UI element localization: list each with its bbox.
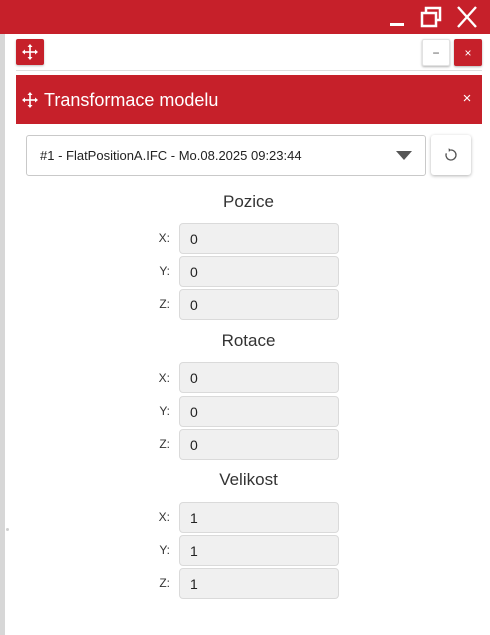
section-title-scale: Velikost: [219, 470, 278, 489]
scale-z-label: Z:: [159, 576, 170, 590]
model-select[interactable]: #1 - FlatPositionA.IFC - Mo.08.2025 09:2…: [26, 135, 426, 176]
window-close-button[interactable]: [454, 5, 480, 29]
refresh-icon: [445, 148, 457, 161]
section-title-rotation: Rotace: [221, 331, 276, 350]
rotation-y-input[interactable]: [179, 396, 339, 427]
position-z-input[interactable]: [179, 289, 339, 320]
position-x-input[interactable]: [179, 223, 339, 254]
move-arrows-icon: [22, 92, 38, 108]
reset-button[interactable]: [431, 135, 471, 175]
section-title-position: Pozice: [222, 192, 275, 211]
window-title-bar: [0, 0, 490, 34]
window-minimize-button[interactable]: [384, 5, 410, 29]
rotation-x-label: X:: [158, 371, 170, 385]
resize-grip[interactable]: [6, 528, 9, 531]
scale-y-label: Y:: [159, 543, 170, 557]
rotation-z-label: Z:: [159, 437, 170, 451]
rotation-y-label: Y:: [159, 404, 170, 418]
model-select-value: #1 - FlatPositionA.IFC - Mo.08.2025 09:2…: [40, 148, 302, 163]
scale-x-label: X:: [158, 510, 170, 524]
move-arrows-icon: [22, 44, 38, 60]
divider: [16, 70, 482, 71]
close-icon: [457, 6, 477, 28]
move-tool-button[interactable]: [16, 39, 44, 65]
position-y-input[interactable]: [179, 256, 339, 287]
restore-icon: [420, 6, 442, 28]
tool-strip: − ×: [16, 38, 482, 68]
panel-header-close-button[interactable]: ×: [459, 90, 475, 108]
panel-minimize-button[interactable]: −: [422, 39, 450, 66]
scale-x-input[interactable]: [179, 502, 339, 533]
minimize-icon: [390, 23, 404, 26]
panel-header[interactable]: Transformace modelu ×: [16, 75, 482, 124]
rotation-z-input[interactable]: [179, 429, 339, 460]
position-y-label: Y:: [159, 264, 170, 278]
rotation-x-input[interactable]: [179, 362, 339, 393]
window-restore-button[interactable]: [418, 5, 444, 29]
position-z-label: Z:: [159, 297, 170, 311]
scale-y-input[interactable]: [179, 535, 339, 566]
chevron-down-icon: [396, 151, 412, 160]
position-x-label: X:: [158, 231, 170, 245]
window-left-border: [0, 34, 5, 635]
panel-title: Transformace modelu: [44, 90, 219, 110]
scale-z-input[interactable]: [179, 568, 339, 599]
panel-close-button[interactable]: ×: [454, 39, 482, 66]
